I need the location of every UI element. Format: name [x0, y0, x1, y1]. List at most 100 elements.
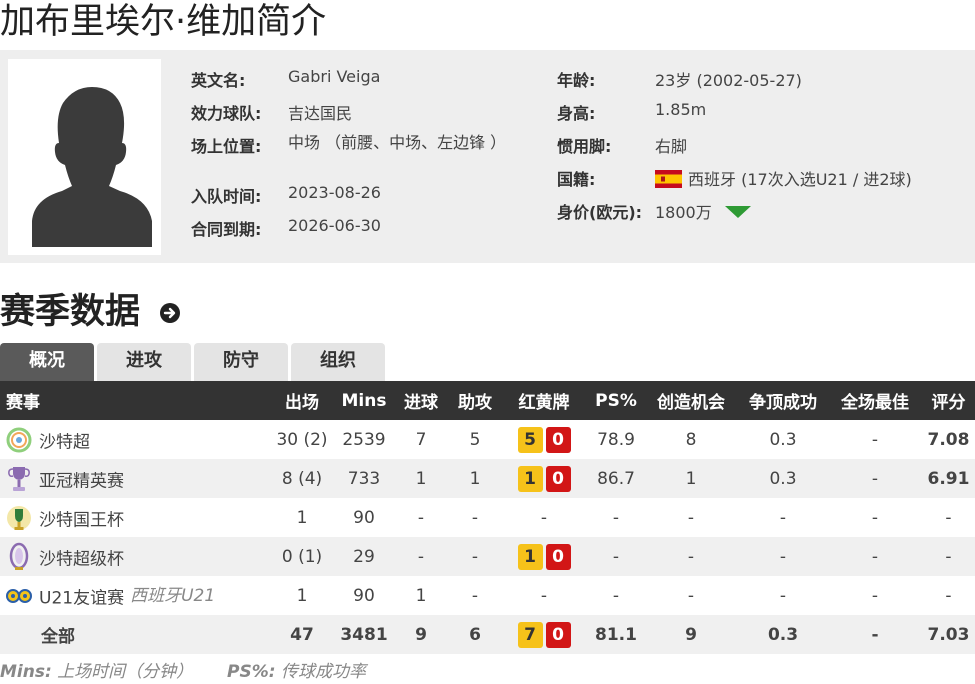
pass-pct-cell: - — [612, 507, 620, 528]
saudi-pro-league-icon[interactable] — [5, 425, 33, 455]
assists-cell: 1 — [450, 459, 500, 498]
total-pass-pct-cell: 81.1 — [588, 615, 644, 654]
legend-mins: Mins: 上场时间（分钟） — [0, 657, 193, 682]
cards-cell: - — [540, 507, 548, 528]
nationality-label: 国籍: — [557, 170, 596, 189]
competition-name[interactable]: 亚冠精英赛 — [39, 471, 124, 491]
goals-cell: - — [417, 507, 425, 528]
apps-cell: 1 — [296, 585, 308, 606]
age-label: 年龄: — [557, 71, 596, 90]
competition-name[interactable]: 沙特超 — [39, 432, 90, 452]
red-card-badge: 0 — [545, 465, 571, 492]
yellow-card-badge: 1 — [517, 465, 543, 492]
header-competition: 赛事 — [0, 381, 268, 420]
contract-value: 2026-06-30 — [288, 216, 381, 235]
total-apps-cell: 47 — [268, 615, 336, 654]
legend-ps-key: PS%: — [227, 662, 276, 682]
afc-champions-league-icon[interactable] — [5, 464, 33, 494]
apps-cell: 1 — [296, 507, 308, 528]
rating-cell: - — [945, 507, 952, 528]
tab-overview[interactable]: 概况 — [0, 343, 94, 381]
total-aerials-cell: 0.3 — [738, 615, 828, 654]
chances-cell: - — [644, 537, 738, 576]
kings-cup-icon[interactable] — [5, 503, 33, 533]
spain-flag-icon — [655, 170, 682, 188]
header-motm: 全场最佳 — [828, 381, 922, 420]
chances-cell: 1 — [644, 459, 738, 498]
super-cup-icon[interactable] — [5, 542, 33, 572]
total-mins-cell: 3481 — [336, 615, 392, 654]
assists-cell: - — [471, 585, 479, 606]
legend-ps: PS%: 传球成功率 — [227, 657, 366, 682]
header-goals: 进球 — [392, 381, 450, 420]
table-header-row: 赛事 出场 Mins 进球 助攻 红黄牌 PS% 创造机会 争顶成功 全场最佳 … — [0, 381, 975, 420]
aerials-cell: - — [738, 537, 828, 576]
height-value: 1.85m — [655, 100, 707, 119]
assists-cell: - — [471, 507, 479, 528]
goals-cell: - — [392, 537, 450, 576]
legend-mins-desc: 上场时间（分钟） — [57, 662, 194, 682]
header-aerials: 争顶成功 — [738, 381, 828, 420]
player-photo-placeholder — [8, 59, 161, 255]
value-down-arrow-icon — [724, 206, 751, 218]
total-label: 全部 — [0, 615, 268, 654]
foot-value: 右脚 — [655, 137, 688, 156]
pass-pct-cell: 78.9 — [597, 429, 635, 450]
team-note[interactable]: 西班牙U21 — [130, 586, 215, 606]
assists-cell: 5 — [469, 429, 481, 450]
market-value-label: 身价(欧元): — [557, 203, 643, 222]
goals-cell: 1 — [415, 585, 427, 606]
table-row: 沙特国王杯 1 90 - - - - - - - - — [0, 498, 975, 537]
friendly-icon[interactable] — [5, 581, 33, 611]
chances-cell: - — [687, 507, 695, 528]
height-label: 身高: — [557, 104, 596, 123]
total-rating-cell: 7.03 — [922, 615, 975, 654]
header-mins: Mins — [336, 381, 392, 420]
competition-name[interactable]: U21友谊赛 — [39, 588, 124, 608]
cards-cell: - — [540, 585, 548, 606]
table-row: 沙特超 30 (2) 2539 7 5 50 78.9 8 0.3 - 7.08 — [0, 420, 975, 459]
apps-cell: 8 (4) — [268, 459, 336, 498]
table-row: U21友谊赛 西班牙U21 1 90 1 - - - - - - - — [0, 576, 975, 615]
market-value: 1800万 — [655, 199, 751, 223]
header-rating: 评分 — [922, 381, 975, 420]
age-value: 23岁 (2002-05-27) — [655, 71, 802, 90]
motm-cell: - — [828, 459, 922, 498]
red-card-badge: 0 — [545, 543, 571, 570]
aerials-cell: - — [779, 585, 787, 606]
tab-organize[interactable]: 组织 — [291, 343, 385, 381]
club-value[interactable]: 吉达国民 — [288, 100, 352, 124]
aerials-cell: - — [779, 507, 787, 528]
yellow-card-badge: 7 — [517, 621, 543, 648]
chances-cell: - — [687, 585, 695, 606]
nationality-value: 西班牙 (17次入选U21 / 进2球) — [655, 166, 912, 190]
tab-defense[interactable]: 防守 — [194, 343, 288, 381]
tab-attack[interactable]: 进攻 — [97, 343, 191, 381]
table-row: 沙特超级杯 0 (1) 29 - - 10 - - - - - — [0, 537, 975, 576]
pass-pct-cell: - — [612, 585, 620, 606]
header-apps: 出场 — [268, 381, 336, 420]
goals-cell: 1 — [392, 459, 450, 498]
mins-cell: 90 — [353, 585, 375, 606]
arrow-right-circle-icon[interactable] — [160, 303, 180, 323]
red-card-badge: 0 — [545, 621, 571, 648]
apps-cell: 30 (2) — [276, 429, 328, 450]
joined-label: 入队时间: — [191, 187, 262, 206]
foot-label: 惯用脚: — [557, 137, 612, 156]
total-assists-cell: 6 — [450, 615, 500, 654]
joined-value: 2023-08-26 — [288, 183, 381, 202]
market-value-text: 1800万 — [655, 203, 712, 222]
season-stats-title: 赛季数据 — [0, 292, 141, 332]
legend-mins-key: Mins: — [0, 662, 52, 682]
competition-name[interactable]: 沙特国王杯 — [39, 510, 124, 530]
apps-cell: 0 (1) — [268, 537, 336, 576]
mins-cell: 90 — [353, 507, 375, 528]
motm-cell: - — [871, 585, 879, 606]
rating-cell: - — [945, 585, 952, 606]
player-profile-panel: 英文名: Gabri Veiga 效力球队: 吉达国民 场上位置: 中场 （前腰… — [0, 50, 975, 263]
header-chances: 创造机会 — [644, 381, 738, 420]
competition-name[interactable]: 沙特超级杯 — [39, 549, 124, 569]
mins-cell: 29 — [336, 537, 392, 576]
aerials-cell: 0.3 — [769, 429, 797, 450]
nationality-text: 西班牙 (17次入选U21 / 进2球) — [688, 170, 912, 189]
